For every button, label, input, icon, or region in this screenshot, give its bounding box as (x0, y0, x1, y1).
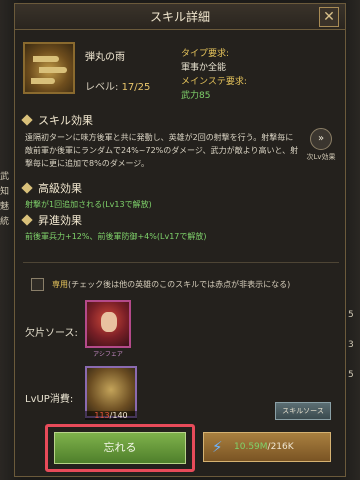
bg-stat-label: 知 (0, 187, 10, 197)
advanced-effect-heading: 高級効果 (21, 180, 339, 196)
bg-value: 5 (348, 370, 354, 380)
double-chevron-right-icon: » (310, 128, 332, 150)
promotion-effect-section: 昇進効果 前後軍兵力+12%、前後軍防御+4%(Lv17で解放) (21, 212, 339, 242)
skill-header: 弾丸の雨 レベル: 17/25 タイプ要求: 軍事か全能 メインステ要求: 武力… (23, 40, 339, 102)
forget-button[interactable]: 忘れる (54, 432, 186, 464)
dialog-title: スキル詳細 (149, 10, 210, 24)
cost-have: 10.59M (234, 442, 268, 452)
bullet-rain-skill-icon (23, 42, 75, 94)
exclusive-label: 専用 (52, 280, 68, 289)
bullet-icon (31, 78, 55, 84)
diamond-icon (21, 214, 33, 226)
advanced-effect-text: 射撃が1回追加される(Lv13で解放) (25, 200, 152, 209)
item-count-need: /140 (109, 411, 128, 420)
skill-effect-text: 遠隔初ターンに味方後軍と共に発動し、英雄が2回の射撃を行う。射撃毎に敵前軍か後軍… (25, 133, 299, 168)
skill-effect-heading: スキル効果 (21, 112, 339, 128)
diamond-icon (21, 182, 33, 194)
advanced-effect-section: 高級効果 射撃が1回追加される(Lv13で解放) (21, 180, 339, 210)
upgrade-cost-button[interactable]: ⚡ 10.59M/216K (203, 432, 331, 462)
next-level-effect-button[interactable]: » 次Lv効果 (305, 128, 337, 161)
fragment-source-label: 欠片ソース: (25, 328, 78, 339)
type-requirement-label: タイプ要求: (181, 49, 230, 59)
bg-value: 5 (348, 310, 354, 320)
promotion-effect-heading-text: 昇進効果 (38, 214, 82, 227)
bg-stat-label: 統 (0, 217, 10, 227)
item-count-have: 113 (94, 411, 110, 420)
item-count: 113/140 (85, 411, 137, 420)
bullet-icon (33, 56, 59, 62)
promotion-effect-text: 前後軍兵力+12%、前後軍防御+4%(Lv17で解放) (25, 232, 207, 241)
main-stat-requirement-value: 武力85 (181, 91, 211, 101)
hero-portrait[interactable] (85, 300, 131, 348)
lightning-icon: ⚡ (212, 438, 223, 456)
type-requirement-value: 軍事か全能 (181, 63, 227, 73)
cost-need: /216K (267, 442, 294, 452)
divider (23, 262, 339, 263)
forget-button-highlight: 忘れる (45, 424, 195, 472)
skill-effect-heading-text: スキル効果 (38, 114, 93, 127)
main-stat-requirement-label: メインステ要求: (181, 77, 247, 87)
exclusive-toggle[interactable]: 専用 (チェック後は他の英雄のこのスキルでは赤点が非表示になる) (31, 278, 290, 291)
diamond-icon (21, 114, 33, 126)
bg-stat-label: 魅 (0, 202, 10, 212)
advanced-effect-heading-text: 高級効果 (38, 182, 82, 195)
background-right-values: 5 3 5 (348, 300, 360, 390)
bg-value: 3 (348, 340, 354, 350)
skill-level: レベル: 17/25 (85, 78, 150, 93)
lvup-cost-label: LvUP消費: (25, 394, 74, 405)
skill-level-label: レベル: (85, 82, 122, 93)
next-level-effect-label: 次Lv効果 (306, 153, 336, 161)
close-button[interactable]: ✕ (319, 7, 339, 27)
dialog-title-bar: スキル詳細 ✕ (15, 4, 345, 30)
skill-source-button[interactable]: スキルソース (275, 402, 331, 420)
background-stat-labels: 武 知 魅 統 (0, 170, 14, 230)
skill-level-value: 17/25 (121, 82, 151, 93)
hero-name: アシフェア (93, 351, 123, 358)
close-icon: ✕ (323, 9, 335, 25)
hero-face (101, 312, 117, 332)
promotion-effect-heading: 昇進効果 (21, 212, 339, 228)
skill-name: 弾丸の雨 (85, 52, 125, 63)
bg-stat-label: 武 (0, 172, 10, 182)
exclusive-checkbox[interactable] (31, 278, 44, 291)
bullet-icon (39, 67, 67, 73)
exclusive-note: (チェック後は他の英雄のこのスキルでは赤点が非表示になる) (68, 280, 291, 289)
skill-detail-dialog: スキル詳細 ✕ 弾丸の雨 レベル: 17/25 タイプ要求: 軍事か全能 メイン… (14, 3, 346, 477)
skill-effect-section: スキル効果 遠隔初ターンに味方後軍と共に発動し、英雄が2回の射撃を行う。射撃毎に… (21, 112, 339, 170)
